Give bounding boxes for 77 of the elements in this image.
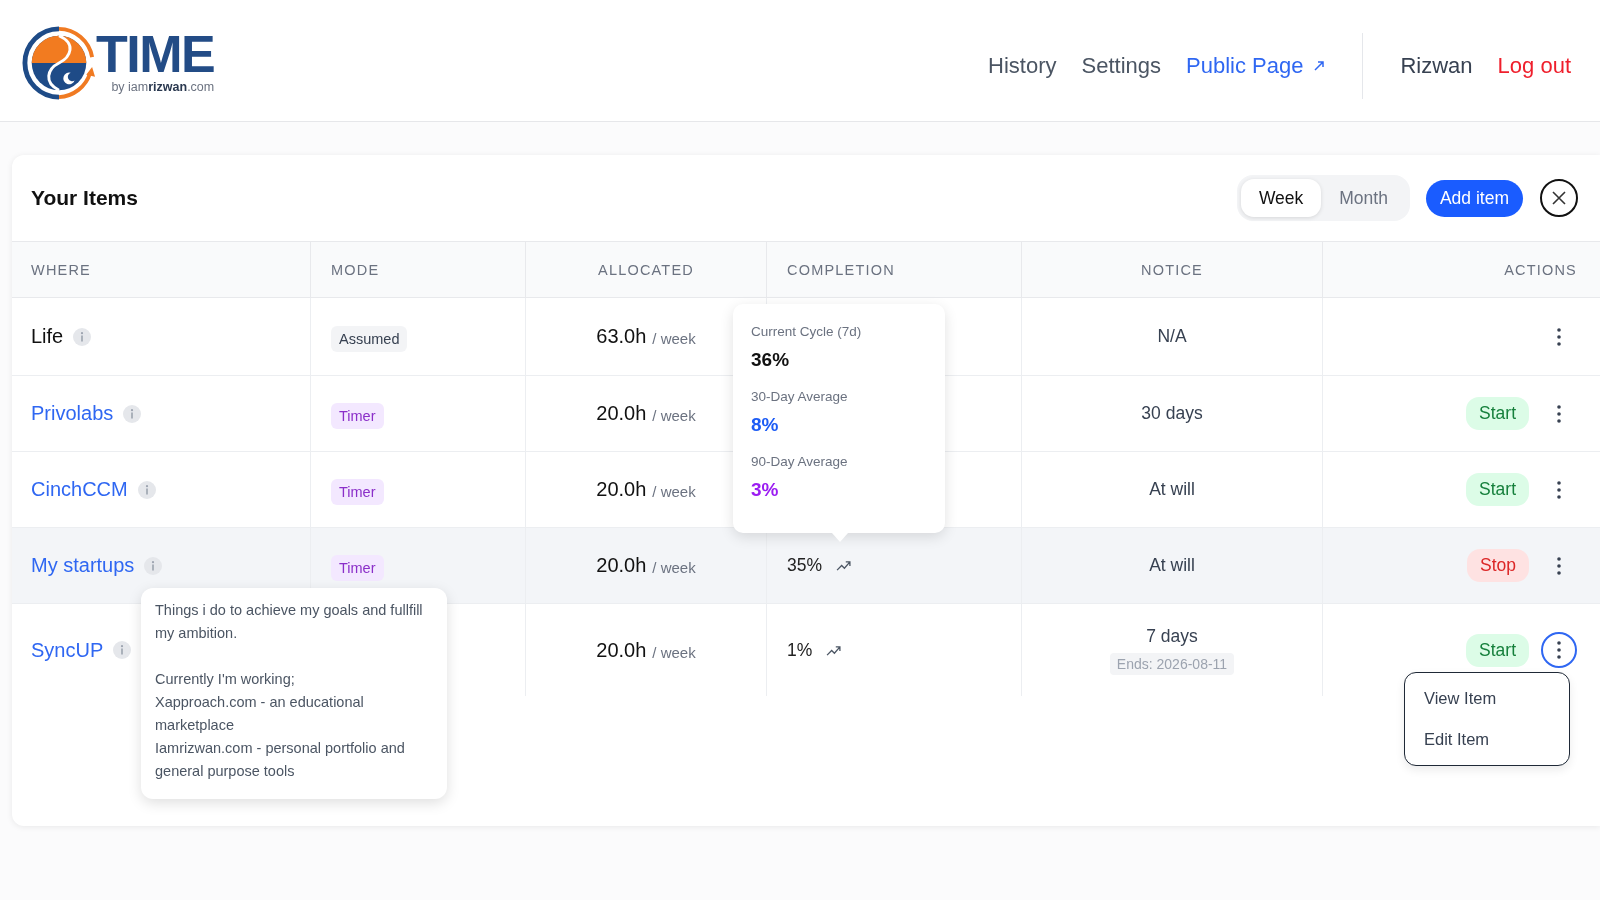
completion-percent: 35%	[787, 555, 823, 576]
notice-text: At will	[1149, 479, 1195, 500]
close-icon	[1552, 191, 1566, 205]
completion-percent: 1%	[787, 639, 813, 661]
item-link[interactable]: Privolabs	[31, 402, 114, 425]
allocated-hours: 20.0h	[596, 402, 647, 425]
start-button[interactable]: Start	[1466, 633, 1529, 667]
logo-wordmark: TIME	[96, 31, 215, 77]
external-link-icon	[1313, 59, 1326, 72]
info-icon[interactable]	[73, 327, 92, 346]
unit-label: / week	[652, 330, 696, 347]
period-tab[interactable]: Week	[1240, 179, 1322, 217]
allocated-hours: 20.0h	[596, 554, 647, 577]
column-header: COMPLETION	[787, 261, 895, 278]
info-icon[interactable]	[123, 404, 142, 423]
allocated-hours: 63.0h	[596, 325, 647, 348]
add-item-button[interactable]: Add item	[1425, 179, 1523, 217]
item-link[interactable]: CinchCCM	[31, 478, 128, 501]
stat-label: 90-Day Average	[751, 454, 849, 470]
allocated-hours: 20.0h	[596, 638, 647, 662]
logout-link[interactable]: Log out	[1497, 52, 1571, 79]
logo-icon	[22, 25, 96, 100]
info-icon[interactable]	[137, 480, 156, 499]
vertical-dots-icon	[1557, 327, 1561, 346]
mode-tag: Timer	[331, 402, 384, 429]
column-header: WHERE	[31, 261, 91, 278]
stat-label: 30-Day Average	[751, 389, 849, 405]
vertical-dots-icon	[1557, 556, 1561, 575]
unit-label: / week	[652, 559, 696, 576]
start-button[interactable]: Start	[1466, 473, 1529, 506]
info-icon[interactable]	[113, 641, 132, 659]
tooltip-text: Xapproach.com - an educational marketplace	[155, 693, 365, 735]
vertical-dots-icon	[1557, 641, 1561, 659]
item-link[interactable]: My startups	[31, 554, 135, 577]
nav-link[interactable]: History	[988, 52, 1057, 79]
stop-button[interactable]: Stop	[1467, 549, 1529, 582]
close-button[interactable]	[1540, 179, 1578, 217]
trend-up-icon[interactable]	[836, 560, 852, 571]
trend-up-icon[interactable]	[826, 644, 842, 656]
stat-label: Current Cycle (7d)	[751, 324, 863, 340]
mode-tag: Timer	[331, 554, 384, 581]
nav-link[interactable]: Settings	[1081, 52, 1162, 79]
info-icon[interactable]	[144, 556, 163, 575]
notice-text: 7 days	[1146, 625, 1198, 647]
tooltip-text: Things i do to achieve my goals and fullfill my ambition.	[155, 601, 424, 643]
more-options-button[interactable]	[1541, 632, 1577, 668]
column-header: ALLOCATED	[598, 261, 694, 278]
column-header: MODE	[331, 261, 380, 278]
unit-label: / week	[652, 483, 696, 500]
notice-text: 30 days	[1141, 403, 1203, 424]
item-name: Life	[31, 325, 64, 348]
notice-text: At will	[1149, 555, 1195, 576]
unit-label: / week	[652, 407, 696, 424]
start-button[interactable]: Start	[1466, 397, 1529, 430]
user-name-link[interactable]: Rizwan	[1400, 52, 1473, 79]
period-tab[interactable]: Month	[1321, 179, 1406, 217]
menu-item[interactable]: View Item	[1405, 678, 1569, 719]
mode-tag: Timer	[331, 478, 384, 505]
menu-item[interactable]: Edit Item	[1405, 719, 1569, 760]
end-date-tag: Ends: 2026-08-11	[1109, 652, 1235, 675]
vertical-dots-icon	[1557, 404, 1561, 423]
column-header: NOTICE	[1141, 261, 1203, 278]
logo-byline: by iamrizwan.com	[111, 80, 215, 94]
vertical-dots-icon	[1557, 480, 1561, 499]
stat-value: 36%	[751, 348, 791, 372]
column-header: ACTIONS	[1504, 261, 1577, 278]
allocated-hours: 20.0h	[596, 478, 647, 501]
unit-label: / week	[652, 643, 696, 661]
item-link[interactable]: SyncUP	[31, 638, 104, 662]
notice-text: N/A	[1157, 326, 1187, 347]
tooltip-text: Currently I'm working;	[155, 670, 296, 689]
nav-link[interactable]: Public Page	[1186, 52, 1326, 79]
card-title: Your Items	[31, 186, 138, 210]
tooltip-text: Iamrizwan.com - personal portfolio and general purpose tools	[155, 739, 406, 781]
mode-tag: Assumed	[331, 325, 408, 352]
stat-value: 3%	[751, 478, 780, 502]
stat-value: 8%	[751, 413, 780, 437]
